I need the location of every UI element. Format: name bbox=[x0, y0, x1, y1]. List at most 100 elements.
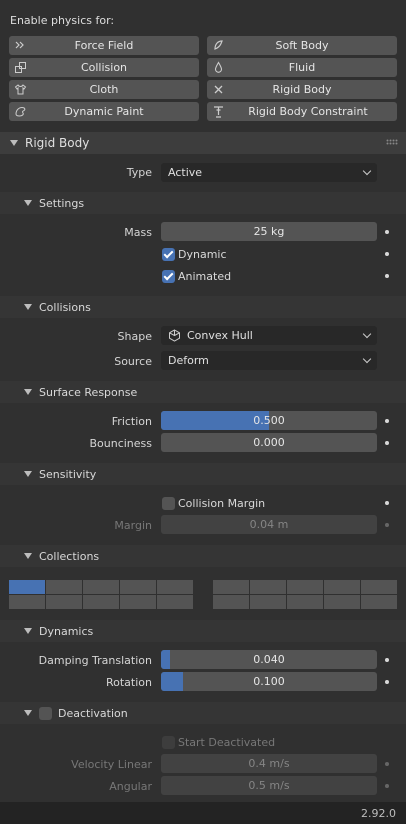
rigid-body-panel-header[interactable]: Rigid Body bbox=[0, 132, 406, 154]
rigid-body-constraint-label: Rigid Body Constraint bbox=[248, 105, 368, 118]
collapse-arrow-icon bbox=[24, 304, 32, 310]
collections-subpanel-header[interactable]: Collections bbox=[0, 545, 406, 567]
friction-slider[interactable]: 0.500 bbox=[161, 411, 377, 430]
keyframe-dot-icon[interactable] bbox=[385, 230, 389, 234]
keyframe-dot-icon[interactable] bbox=[385, 501, 389, 505]
collection-layer-cell[interactable] bbox=[250, 595, 286, 609]
keyframe-dot-icon[interactable] bbox=[385, 252, 389, 256]
collection-layer-cell[interactable] bbox=[250, 580, 286, 594]
collapse-arrow-icon bbox=[24, 200, 32, 206]
fluid-icon bbox=[214, 61, 223, 73]
margin-field[interactable]: 0.04 m bbox=[161, 515, 377, 534]
animated-checkbox[interactable] bbox=[162, 270, 175, 283]
damping-translation-label: Damping Translation bbox=[38, 654, 152, 667]
collisions-title: Collisions bbox=[39, 300, 91, 314]
keyframe-dot-icon[interactable] bbox=[385, 441, 389, 445]
damping-translation-slider[interactable]: 0.040 bbox=[161, 650, 377, 669]
rotation-label: Rotation bbox=[105, 676, 152, 689]
deactivation-subpanel-header[interactable]: Deactivation bbox=[0, 702, 406, 724]
surface-response-subpanel-header[interactable]: Surface Response bbox=[0, 381, 406, 403]
convex-hull-icon bbox=[169, 329, 180, 342]
damping-translation-value: 0.040 bbox=[253, 653, 285, 666]
collection-layer-cell[interactable] bbox=[120, 580, 156, 594]
settings-subpanel-header[interactable]: Settings bbox=[0, 192, 406, 214]
type-value: Active bbox=[168, 166, 203, 179]
fluid-label: Fluid bbox=[288, 61, 316, 74]
start-deactivated-checkbox[interactable] bbox=[162, 736, 175, 749]
force-field-button[interactable]: Force Field bbox=[9, 36, 199, 55]
collection-layer-cell[interactable] bbox=[287, 595, 323, 609]
cloth-button[interactable]: Cloth bbox=[9, 80, 199, 99]
keyframe-dot-icon[interactable] bbox=[385, 658, 389, 662]
bounciness-value: 0.000 bbox=[253, 436, 285, 449]
collection-layer-cell[interactable] bbox=[9, 595, 45, 609]
collision-label: Collision bbox=[80, 61, 128, 74]
velocity-linear-field[interactable]: 0.4 m/s bbox=[161, 754, 377, 773]
bounciness-label: Bounciness bbox=[89, 437, 152, 450]
keyframe-dot-icon[interactable] bbox=[385, 523, 389, 527]
friction-value: 0.500 bbox=[253, 414, 285, 427]
collection-layer-cell[interactable] bbox=[324, 595, 360, 609]
close-icon bbox=[214, 85, 223, 94]
drag-handle-icon[interactable] bbox=[386, 139, 398, 147]
settings-title: Settings bbox=[39, 196, 85, 210]
rigid-body-button[interactable]: Rigid Body bbox=[207, 80, 397, 99]
keyframe-dot-icon[interactable] bbox=[385, 784, 389, 788]
collection-layer-cell[interactable] bbox=[213, 595, 249, 609]
dynamic-checkbox[interactable] bbox=[162, 248, 175, 261]
keyframe-dot-icon[interactable] bbox=[385, 419, 389, 423]
deactivation-title: Deactivation bbox=[58, 706, 128, 720]
rigid-body-constraint-button[interactable]: Rigid Body Constraint bbox=[207, 102, 397, 121]
dynamics-subpanel-header[interactable]: Dynamics bbox=[0, 620, 406, 642]
collection-layer-cell[interactable] bbox=[361, 580, 397, 594]
collection-layer-cell[interactable] bbox=[361, 595, 397, 609]
collection-layer-cell[interactable] bbox=[157, 580, 193, 594]
collection-layer-cell[interactable] bbox=[83, 595, 119, 609]
collisions-subpanel-header[interactable]: Collisions bbox=[0, 296, 406, 318]
dynamic-label: Dynamic bbox=[178, 248, 227, 261]
start-deactivated-label: Start Deactivated bbox=[178, 736, 276, 749]
friction-label: Friction bbox=[111, 415, 152, 428]
version-label: 2.92.0 bbox=[361, 807, 396, 820]
keyframe-dot-icon[interactable] bbox=[385, 762, 389, 766]
collection-layer-cell[interactable] bbox=[120, 595, 156, 609]
mass-field[interactable]: 25 kg bbox=[161, 222, 377, 241]
collision-icon bbox=[15, 62, 26, 73]
type-label: Type bbox=[126, 166, 152, 179]
keyframe-dot-icon[interactable] bbox=[385, 680, 389, 684]
keyframe-dot-icon[interactable] bbox=[385, 274, 389, 278]
collection-layer-cell[interactable] bbox=[46, 595, 82, 609]
sensitivity-subpanel-header[interactable]: Sensitivity bbox=[0, 463, 406, 485]
collection-layer-cell[interactable] bbox=[46, 580, 82, 594]
collapse-arrow-icon bbox=[24, 389, 32, 395]
collection-layer-cell[interactable] bbox=[324, 580, 360, 594]
collection-layer-cell[interactable] bbox=[287, 580, 323, 594]
angular-field[interactable]: 0.5 m/s bbox=[161, 776, 377, 795]
velocity-linear-value: 0.4 m/s bbox=[248, 757, 290, 770]
mass-value: 25 kg bbox=[253, 225, 285, 238]
collapse-arrow-icon bbox=[24, 628, 32, 634]
collision-margin-checkbox[interactable] bbox=[162, 497, 175, 510]
bounciness-slider[interactable]: 0.000 bbox=[161, 433, 377, 452]
collision-button[interactable]: Collision bbox=[9, 58, 199, 77]
shape-dropdown[interactable]: Convex Hull bbox=[161, 326, 377, 345]
source-label: Source bbox=[114, 355, 152, 368]
rotation-value: 0.100 bbox=[253, 675, 285, 688]
source-dropdown[interactable]: Deform bbox=[161, 351, 377, 370]
chevron-down-icon bbox=[362, 166, 372, 176]
soft-body-button[interactable]: Soft Body bbox=[207, 36, 397, 55]
dynamic-paint-button[interactable]: Dynamic Paint bbox=[9, 102, 199, 121]
status-bar bbox=[0, 802, 406, 824]
collection-layer-cell[interactable] bbox=[157, 595, 193, 609]
type-dropdown[interactable]: Active bbox=[161, 163, 377, 182]
collection-layer-cell[interactable] bbox=[213, 580, 249, 594]
cloth-icon bbox=[14, 84, 27, 95]
fluid-button[interactable]: Fluid bbox=[207, 58, 397, 77]
collection-layer-cell[interactable] bbox=[83, 580, 119, 594]
deactivation-checkbox[interactable] bbox=[39, 706, 52, 720]
cloth-label: Cloth bbox=[89, 83, 119, 96]
rotation-slider[interactable]: 0.100 bbox=[161, 672, 377, 691]
collections-title: Collections bbox=[39, 549, 100, 563]
collection-layer-cell[interactable] bbox=[9, 580, 45, 594]
sensitivity-title: Sensitivity bbox=[39, 467, 97, 481]
